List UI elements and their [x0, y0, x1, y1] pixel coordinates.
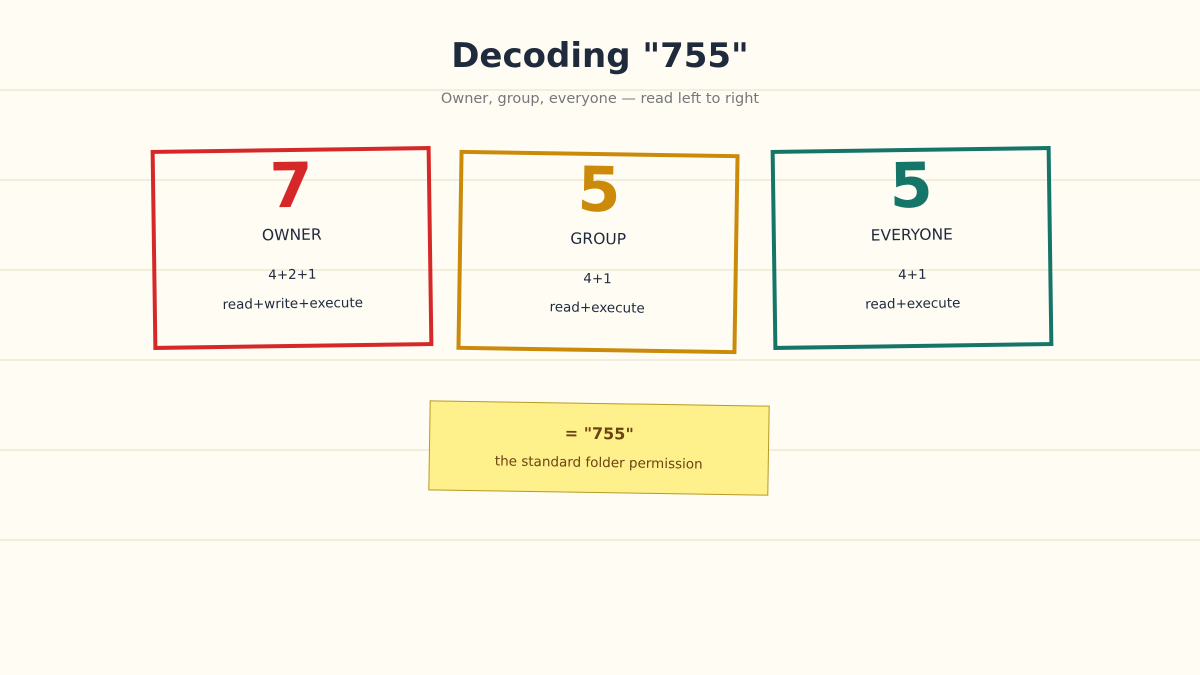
group-permissions: read+execute	[549, 299, 645, 317]
result-caption: the standard folder permission	[494, 453, 703, 473]
everyone-card: 5 EVERYONE 4+1 read+execute	[770, 146, 1054, 350]
owner-digit: 7	[269, 148, 314, 223]
group-card: 5 GROUP 4+1 read+execute	[456, 149, 740, 355]
group-digit: 5	[576, 152, 622, 227]
everyone-permissions: read+execute	[865, 295, 961, 313]
diagram-title: Decoding "755"	[451, 36, 749, 76]
owner-permissions: read+write+execute	[222, 295, 364, 313]
everyone-digit: 5	[889, 148, 934, 223]
owner-label: OWNER	[261, 225, 322, 245]
result-sticky-note: = "755" the standard folder permission	[428, 400, 770, 496]
ruled-line	[0, 359, 1200, 361]
everyone-sum: 4+1	[898, 266, 927, 284]
owner-sum: 4+2+1	[268, 266, 317, 284]
group-sum: 4+1	[583, 270, 612, 288]
result-value: = "755"	[564, 423, 634, 444]
owner-card: 7 OWNER 4+2+1 read+write+execute	[150, 146, 434, 350]
diagram-subtitle: Owner, group, everyone — read left to ri…	[440, 91, 760, 107]
everyone-label: EVERYONE	[870, 225, 954, 245]
group-label: GROUP	[570, 229, 627, 249]
ruled-line	[0, 539, 1200, 541]
